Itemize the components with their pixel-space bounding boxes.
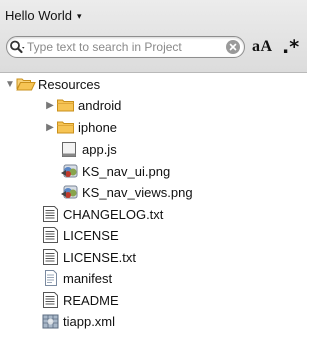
- tree-item-app-js[interactable]: app.js: [60, 140, 117, 158]
- text-file-icon: [41, 291, 61, 309]
- tree-item-label: README: [63, 292, 119, 308]
- image-file-icon: [60, 183, 80, 201]
- folder-icon: [56, 96, 76, 114]
- tree-item-resources[interactable]: ▼ Resources: [4, 75, 100, 93]
- xml-file-icon: [41, 312, 61, 330]
- tree-item-license[interactable]: LICENSE: [41, 226, 119, 244]
- tree-item-android[interactable]: ▶ android: [44, 96, 121, 114]
- tree-item-label: KS_nav_views.png: [82, 184, 193, 200]
- tree-item-ks-nav-views[interactable]: KS_nav_views.png: [60, 183, 193, 201]
- regex-toggle[interactable]: .*: [282, 36, 299, 58]
- search-field: [6, 36, 245, 58]
- clear-search-icon[interactable]: [226, 40, 240, 54]
- image-file-icon: [60, 162, 80, 180]
- tree-item-ks-nav-ui[interactable]: KS_nav_ui.png: [60, 162, 170, 180]
- text-file-icon: [41, 226, 61, 244]
- disclosure-collapsed-icon[interactable]: ▶: [44, 100, 56, 111]
- tree-item-label: android: [78, 97, 122, 113]
- tree-item-changelog[interactable]: CHANGELOG.txt: [41, 205, 163, 223]
- tree-item-label: Resources: [38, 76, 101, 92]
- tree-item-label: iphone: [78, 119, 118, 135]
- disclosure-expanded-icon[interactable]: ▼: [4, 79, 16, 90]
- tree-item-label: manifest: [63, 270, 113, 286]
- tree-item-label: app.js: [82, 141, 117, 157]
- toolbar: Hello World ▾ aA .*: [0, 0, 307, 73]
- tree-item-label: tiapp.xml: [63, 313, 116, 329]
- text-file-icon: [41, 205, 61, 223]
- tree-item-label: LICENSE.txt: [63, 249, 136, 265]
- text-file-icon: [41, 248, 61, 266]
- tree-item-label: CHANGELOG.txt: [63, 206, 164, 222]
- search-icon[interactable]: [7, 37, 29, 57]
- tree-item-label: KS_nav_ui.png: [82, 163, 171, 179]
- folder-open-icon: [16, 75, 36, 93]
- project-selector[interactable]: Hello World ▾: [5, 8, 81, 23]
- document-icon: [41, 269, 61, 287]
- project-name: Hello World: [5, 8, 72, 23]
- tree-item-tiapp-xml[interactable]: tiapp.xml: [41, 312, 115, 330]
- disclosure-collapsed-icon[interactable]: ▶: [44, 122, 56, 133]
- tree-item-iphone[interactable]: ▶ iphone: [44, 118, 117, 136]
- tree-item-manifest[interactable]: manifest: [41, 269, 112, 287]
- js-file-icon: [60, 140, 80, 158]
- search-input[interactable]: [27, 40, 217, 54]
- tree-item-label: LICENSE: [63, 227, 119, 243]
- chevron-down-icon: ▾: [76, 10, 82, 21]
- case-sensitive-toggle[interactable]: aA: [252, 38, 273, 56]
- tree-item-license-txt[interactable]: LICENSE.txt: [41, 248, 136, 266]
- tree-item-readme[interactable]: README: [41, 291, 119, 309]
- folder-icon: [56, 118, 76, 136]
